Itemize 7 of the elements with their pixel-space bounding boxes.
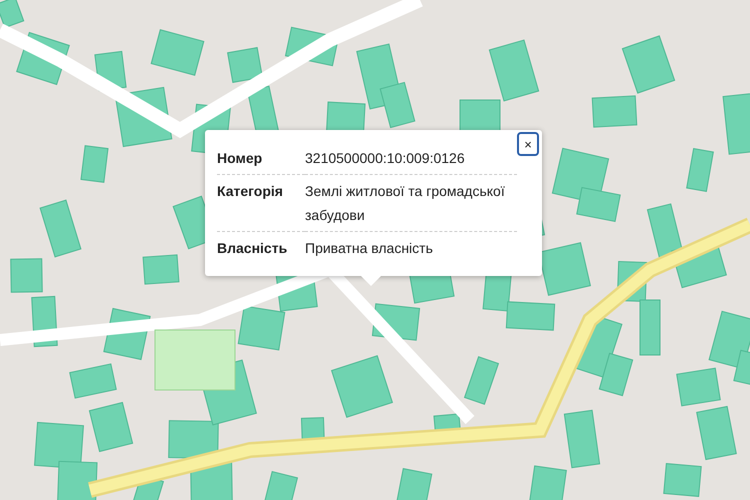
close-button[interactable]: × bbox=[517, 132, 539, 156]
field-value: Приватна власність bbox=[305, 232, 517, 264]
field-value: Землі житлової та громадської забудови bbox=[305, 174, 517, 232]
field-label: Власність bbox=[217, 232, 305, 264]
field-label: Категорія bbox=[217, 174, 305, 232]
field-label: Номер bbox=[217, 142, 305, 174]
field-value: 3210500000:10:009:0126 bbox=[305, 142, 517, 174]
